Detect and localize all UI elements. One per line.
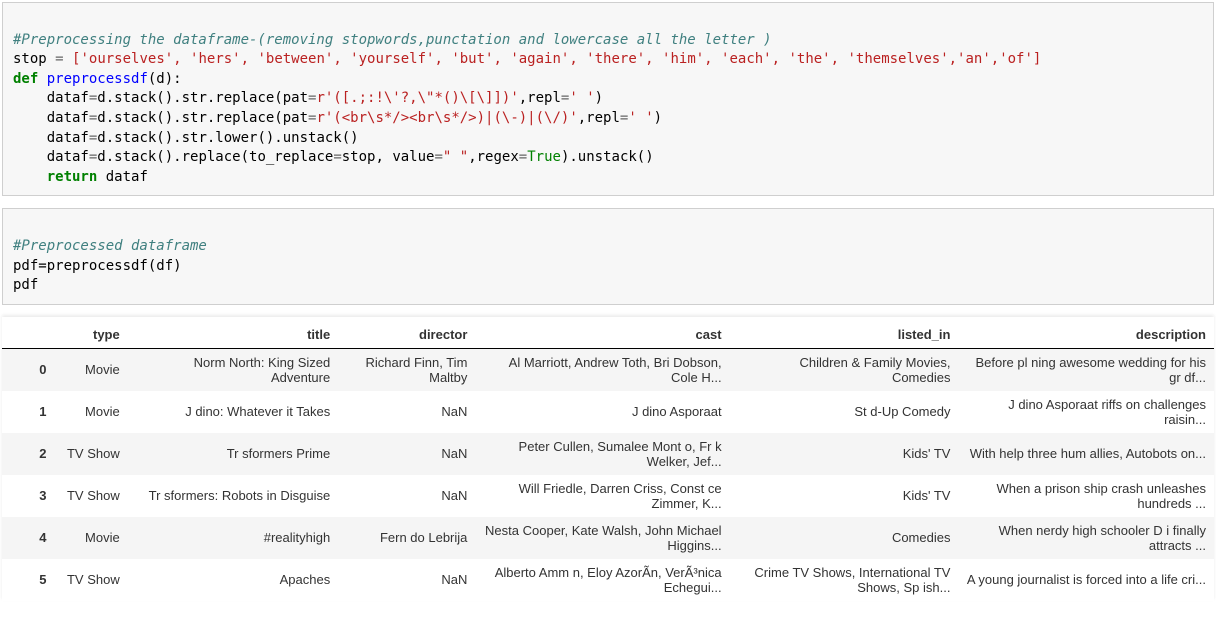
cell-description: With help three hum allies, Autobots on.…	[958, 433, 1214, 475]
cell-listed_in: Crime TV Shows, International TV Shows, …	[730, 559, 959, 601]
cell-type: TV Show	[54, 559, 127, 601]
cell-listed_in: St d-Up Comedy	[730, 391, 959, 433]
table-body: 0MovieNorm North: King Sized AdventureRi…	[2, 348, 1214, 601]
cell-description: Before pl ning awesome wedding for his g…	[958, 348, 1214, 391]
func-args: (d):	[148, 71, 182, 87]
eq-op: =	[55, 51, 63, 67]
cell-cast: Al Marriott, Andrew Toth, Bri Dobson, Co…	[475, 348, 729, 391]
string-literal: ' '	[569, 90, 594, 106]
cell-cast: Alberto Amm n, Eloy AzorÃ­n, VerÃ³nica E…	[475, 559, 729, 601]
code-text: d.stack().str.lower().unstack()	[97, 130, 358, 146]
code-text: d.stack().str.replace(pat	[97, 110, 308, 126]
cell-type: Movie	[54, 391, 127, 433]
col-header-cast: cast	[475, 321, 729, 349]
table-row: 5TV ShowApachesNaNAlberto Amm n, Eloy Az…	[2, 559, 1214, 601]
cell-listed_in: Comedies	[730, 517, 959, 559]
cell-director: Fern do Lebrija	[338, 517, 475, 559]
col-header-index	[2, 321, 54, 349]
table-row: 2TV ShowTr sformers PrimeNaNPeter Cullen…	[2, 433, 1214, 475]
col-header-director: director	[338, 321, 475, 349]
return-keyword: return	[47, 169, 98, 185]
cell-cast: Peter Cullen, Sumalee Mont o, Fr k Welke…	[475, 433, 729, 475]
cell-director: NaN	[338, 559, 475, 601]
col-header-title: title	[128, 321, 339, 349]
table-header-row: type title director cast listed_in descr…	[2, 321, 1214, 349]
dataframe-output: type title director cast listed_in descr…	[2, 317, 1214, 601]
true-literal: True	[527, 149, 561, 165]
cell-title: J dino: Whatever it Takes	[128, 391, 339, 433]
def-keyword: def	[13, 71, 38, 87]
row-index: 4	[2, 517, 54, 559]
cell-description: A young journalist is forced into a life…	[958, 559, 1214, 601]
code-text: dataf	[13, 110, 89, 126]
string-literal: " "	[443, 149, 468, 165]
col-header-description: description	[958, 321, 1214, 349]
cell-director: NaN	[338, 433, 475, 475]
cell-type: TV Show	[54, 475, 127, 517]
cell-title: Apaches	[128, 559, 339, 601]
code-text: ,repl	[578, 110, 620, 126]
cell-director: NaN	[338, 391, 475, 433]
code-text: ,repl	[519, 90, 561, 106]
string-literal: r'(<br\s*/><br\s*/>)|(\-)|(\/)'	[316, 110, 577, 126]
col-header-listed-in: listed_in	[730, 321, 959, 349]
code-text: ,regex	[468, 149, 519, 165]
comment-line: #Preprocessed dataframe	[13, 238, 207, 254]
string-literal: ['ourselves', 'hers', 'between', 'yourse…	[72, 51, 1041, 67]
table-row: 1MovieJ dino: Whatever it TakesNaNJ dino…	[2, 391, 1214, 433]
cell-title: #realityhigh	[128, 517, 339, 559]
string-literal: r'([.;:!\'?,\"*()\[\]])'	[316, 90, 518, 106]
eq-op: =	[434, 149, 442, 165]
code-text: )	[595, 90, 603, 106]
table-row: 4Movie#realityhighFern do LebrijaNesta C…	[2, 517, 1214, 559]
func-name: preprocessdf	[38, 71, 148, 87]
code-cell-1: #Preprocessing the dataframe-(removing s…	[2, 2, 1214, 196]
code-text: )	[654, 110, 662, 126]
cell-listed_in: Children & Family Movies, Comedies	[730, 348, 959, 391]
comment-line: #Preprocessing the dataframe-(removing s…	[13, 32, 772, 48]
row-index: 3	[2, 475, 54, 517]
code-text: dataf	[13, 130, 89, 146]
code-text: d.stack().str.replace(pat	[97, 90, 308, 106]
eq-op: =	[519, 149, 527, 165]
code-text: ).unstack()	[561, 149, 654, 165]
cell-type: Movie	[54, 348, 127, 391]
table-row: 3TV ShowTr sformers: Robots in DisguiseN…	[2, 475, 1214, 517]
col-header-type: type	[54, 321, 127, 349]
dataframe-table: type title director cast listed_in descr…	[2, 321, 1214, 601]
eq-op: =	[333, 149, 341, 165]
code-text: pdf	[13, 277, 38, 293]
cell-title: Tr sformers Prime	[128, 433, 339, 475]
code-text: dataf	[13, 90, 89, 106]
row-index: 2	[2, 433, 54, 475]
code-text: stop	[13, 51, 55, 67]
code-text: stop, value	[342, 149, 435, 165]
cell-listed_in: Kids' TV	[730, 433, 959, 475]
code-text: d.stack().replace(to_replace	[97, 149, 333, 165]
code-cell-2: #Preprocessed dataframe pdf=preprocessdf…	[2, 208, 1214, 304]
row-index: 1	[2, 391, 54, 433]
cell-cast: Nesta Cooper, Kate Walsh, John Michael H…	[475, 517, 729, 559]
code-text: pdf=preprocessdf(df)	[13, 258, 182, 274]
cell-description: When nerdy high schooler D i finally att…	[958, 517, 1214, 559]
row-index: 0	[2, 348, 54, 391]
cell-title: Norm North: King Sized Adventure	[128, 348, 339, 391]
table-row: 0MovieNorm North: King Sized AdventureRi…	[2, 348, 1214, 391]
cell-cast: J dino Asporaat	[475, 391, 729, 433]
cell-director: NaN	[338, 475, 475, 517]
cell-description: When a prison ship crash unleashes hundr…	[958, 475, 1214, 517]
cell-director: Richard Finn, Tim Maltby	[338, 348, 475, 391]
cell-description: J dino Asporaat riffs on challenges rais…	[958, 391, 1214, 433]
cell-cast: Will Friedle, Darren Criss, Const ce Zim…	[475, 475, 729, 517]
row-index: 5	[2, 559, 54, 601]
cell-type: TV Show	[54, 433, 127, 475]
code-text: dataf	[13, 149, 89, 165]
code-text: dataf	[97, 169, 148, 185]
string-literal: ' '	[628, 110, 653, 126]
cell-title: Tr sformers: Robots in Disguise	[128, 475, 339, 517]
cell-type: Movie	[54, 517, 127, 559]
cell-listed_in: Kids' TV	[730, 475, 959, 517]
